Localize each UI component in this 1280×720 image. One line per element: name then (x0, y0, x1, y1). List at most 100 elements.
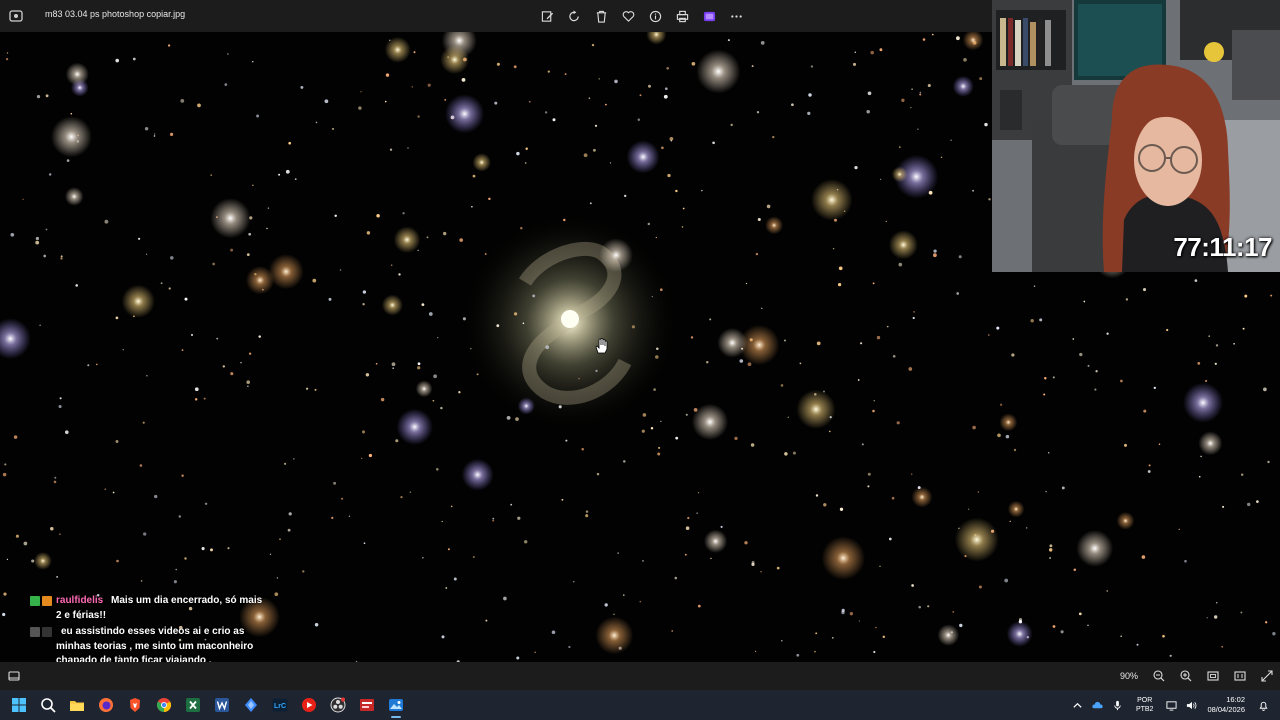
star (720, 525, 723, 528)
star (376, 213, 380, 218)
onedrive-button[interactable] (1089, 696, 1107, 714)
video-app-icon (360, 699, 374, 711)
bright-star (703, 529, 728, 553)
star (696, 512, 698, 514)
actual-size-button[interactable] (1230, 668, 1250, 684)
show-hidden-icons-button[interactable] (1069, 696, 1087, 714)
zoom-in-button[interactable] (1176, 668, 1196, 684)
print-button[interactable] (672, 6, 692, 26)
star (1004, 578, 1009, 583)
star (1206, 617, 1208, 619)
input-language[interactable]: POR PTB2 (1136, 696, 1154, 714)
star (524, 162, 527, 164)
star (522, 322, 525, 325)
star (661, 146, 664, 150)
star (642, 560, 644, 562)
network-button[interactable] (1162, 696, 1180, 714)
delete-button[interactable] (591, 6, 611, 26)
star (760, 571, 762, 573)
star (132, 57, 136, 61)
app-button[interactable] (240, 694, 262, 716)
bright-star (626, 140, 660, 174)
star (854, 51, 857, 53)
fullscreen-button[interactable] (1257, 668, 1277, 684)
star (1079, 352, 1083, 357)
star (201, 547, 205, 551)
star (240, 362, 242, 364)
star (784, 339, 786, 342)
youtube-button[interactable] (298, 694, 320, 716)
notifications-button[interactable] (1254, 696, 1272, 714)
star (50, 527, 54, 531)
word-button[interactable] (211, 694, 233, 716)
fit-to-window-button[interactable] (1203, 668, 1223, 684)
star (1124, 443, 1127, 447)
favorite-button[interactable] (618, 6, 638, 26)
video-app-button[interactable] (356, 694, 378, 716)
star (892, 354, 896, 358)
star (1136, 643, 1139, 646)
star (65, 430, 69, 434)
bright-star (1007, 500, 1025, 518)
bright-star (595, 616, 634, 655)
star (663, 94, 668, 99)
star (867, 485, 870, 488)
star (167, 44, 171, 47)
star (1256, 500, 1259, 503)
star (6, 52, 9, 54)
star (815, 494, 819, 497)
microphone-button[interactable] (1109, 696, 1127, 714)
clipchamp-button[interactable] (699, 6, 719, 26)
star (913, 311, 915, 313)
file-explorer-button[interactable] (66, 694, 88, 716)
bright-star (891, 166, 908, 183)
star (816, 341, 821, 346)
firefox-button[interactable] (95, 694, 117, 716)
taskbar-clock[interactable]: 16:02 08/04/2026 (1207, 695, 1245, 715)
star (45, 94, 49, 98)
start-button[interactable] (8, 694, 30, 716)
chrome-button[interactable] (153, 694, 175, 716)
star (898, 262, 903, 267)
photos-button[interactable] (385, 694, 407, 718)
star (5, 57, 9, 61)
star (472, 174, 476, 178)
star (832, 247, 835, 250)
star (1214, 615, 1218, 619)
more-options-button[interactable] (726, 6, 746, 26)
star (525, 147, 528, 150)
bright-star (1076, 530, 1114, 567)
edit-button[interactable] (537, 6, 557, 26)
star (564, 73, 567, 76)
lightroom-button[interactable]: LrC (269, 694, 291, 716)
star (866, 109, 870, 114)
star (647, 222, 651, 226)
favorite-icon (622, 10, 634, 22)
star (496, 62, 500, 66)
star (532, 294, 536, 298)
search-button[interactable] (37, 694, 59, 716)
print-icon (676, 10, 688, 22)
rotate-button[interactable] (564, 6, 584, 26)
star (1142, 288, 1147, 292)
obs-button[interactable] (327, 694, 349, 716)
filmstrip-icon[interactable] (8, 670, 20, 682)
zoom-out-button[interactable] (1149, 668, 1169, 684)
volume-button[interactable] (1182, 696, 1200, 714)
star (744, 541, 748, 545)
star (293, 458, 295, 460)
star (230, 372, 234, 376)
brave-button[interactable] (124, 694, 146, 716)
star (984, 122, 988, 127)
star (471, 205, 473, 208)
star (1240, 611, 1243, 614)
star (248, 232, 252, 236)
excel-button[interactable] (182, 694, 204, 716)
star (831, 636, 834, 639)
star (368, 453, 373, 458)
star (428, 312, 433, 316)
star (517, 516, 521, 520)
bright-star (1198, 431, 1223, 456)
zoom-in-icon (1180, 670, 1192, 682)
info-button[interactable] (645, 6, 665, 26)
